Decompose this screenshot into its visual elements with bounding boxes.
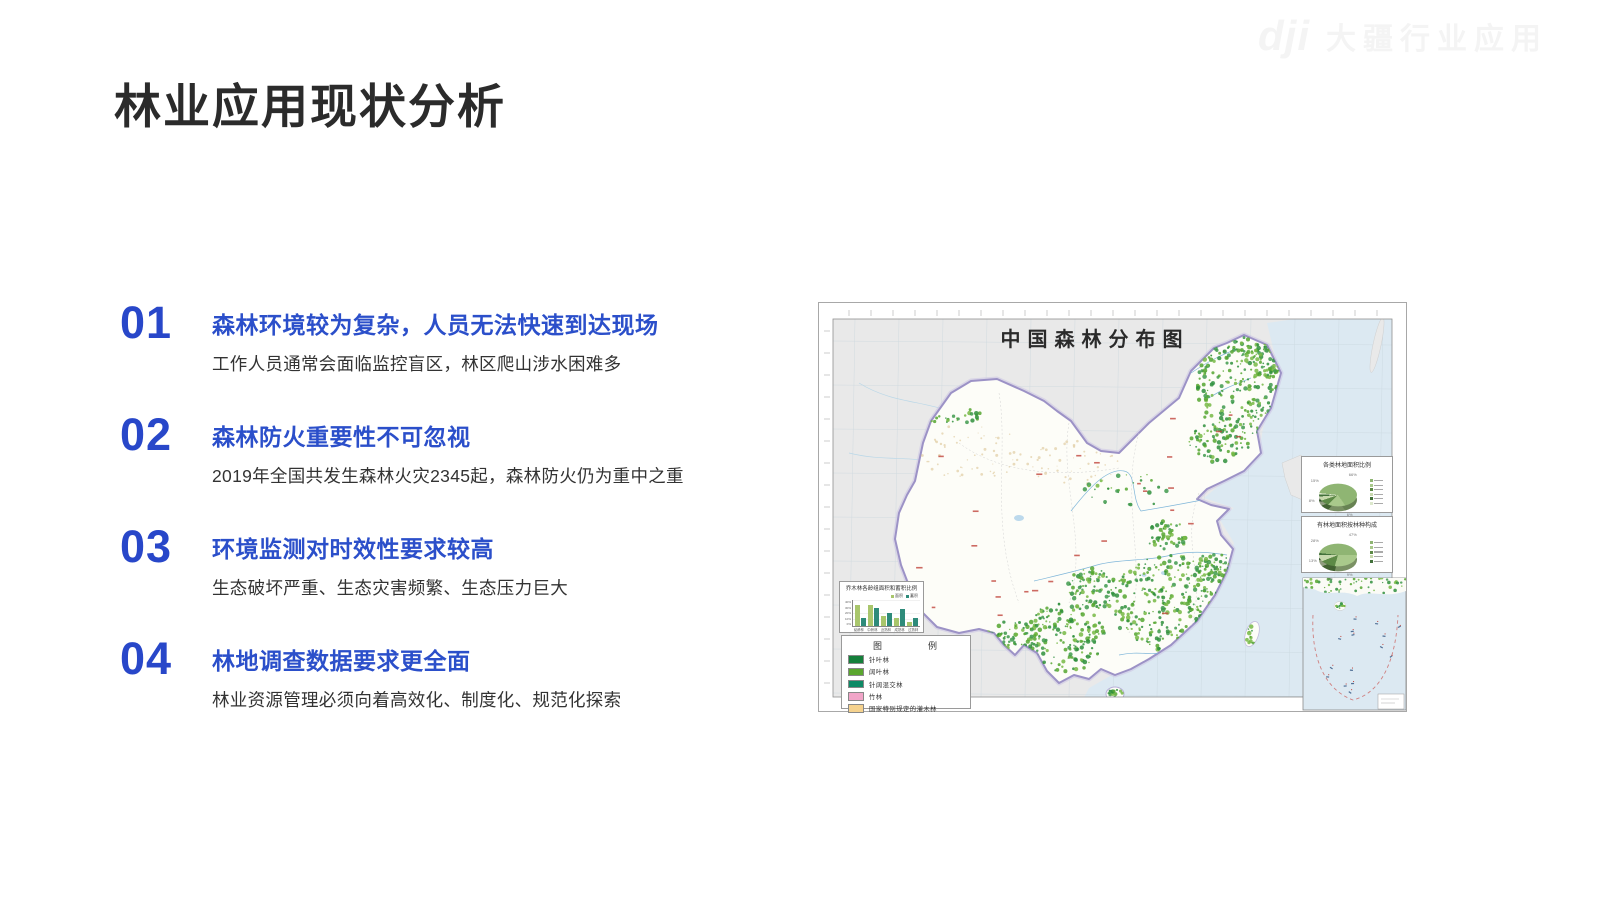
map-pie-chart-1: 各类林地面积比例 66%15%8%6%3% [1301, 456, 1393, 513]
bar-group [855, 605, 866, 626]
pie-percent-label: 3% [1327, 576, 1333, 581]
bar-group [868, 605, 879, 626]
legend-row: 国家特别规定的灌木林 [848, 704, 964, 713]
bar-group [907, 618, 918, 626]
china-forest-map: 中国森林分布图 乔木林各龄组面积和蓄积比例 面积蓄积 0%10% 20%30% 40… [818, 302, 1407, 712]
legend-swatch [848, 692, 864, 701]
legend-label: 竹林 [869, 692, 883, 701]
legend-swatch [848, 668, 864, 677]
bar [868, 605, 873, 626]
bar-category-label: 成熟林 [893, 627, 907, 632]
bar-legend-entry: 面积 [891, 593, 903, 599]
list-item-03: 03 环境监测对时效性要求较高 生态破坏严重、生态灾害频繁、生态压力巨大 [120, 523, 684, 599]
item-body: 森林环境较为复杂，人员无法快速到达现场 工作人员通常会面临监控盲区，林区爬山涉水… [212, 299, 659, 376]
legend-swatch [848, 704, 864, 713]
dji-logo: dji [1258, 12, 1310, 60]
page-title: 林业应用现状分析 [114, 68, 506, 137]
slide-canvas: { "slide": { "title": "林业应用现状分析" }, "wat… [0, 0, 1600, 900]
bar-legend-entry: 蓄积 [906, 593, 918, 599]
pie-percent-label: 28% [1311, 538, 1319, 543]
legend-row: 阔叶林 [848, 667, 964, 676]
pie-percent-label: 15% [1311, 478, 1319, 483]
item-number: 04 [120, 635, 184, 682]
item-body: 林地调查数据要求更全面 林业资源管理必须向着高效化、制度化、规范化探索 [212, 635, 621, 712]
list-item-01: 01 森林环境较为复杂，人员无法快速到达现场 工作人员通常会面临监控盲区，林区爬… [120, 299, 684, 375]
y-tick-label: 0% [843, 622, 851, 626]
item-heading: 森林环境较为复杂，人员无法快速到达现场 [212, 306, 659, 340]
legend-row: 竹林 [848, 692, 964, 701]
map-title: 中国森林分布图 [819, 323, 1371, 352]
pie-legend [1370, 541, 1384, 562]
bar-group [881, 613, 892, 626]
item-heading: 林地调查数据要求更全面 [212, 642, 621, 676]
map-bar-chart: 乔木林各龄组面积和蓄积比例 面积蓄积 0%10% 20%30% 40% 幼龄林中龄林… [839, 581, 924, 633]
list-item-02: 02 森林防火重要性不可忽视 2019年全国共发生森林火灾2345起，森林防火仍… [120, 411, 684, 487]
item-description: 生态破坏严重、生态灾害频繁、生态压力巨大 [212, 575, 568, 600]
legend-swatch [848, 680, 864, 689]
legend-row: 针叶林 [848, 655, 964, 664]
pie-graphic: 47%28%13%9%3% [1311, 532, 1363, 572]
bar [861, 618, 866, 626]
item-number: 03 [120, 523, 184, 570]
bar-chart-categories: 幼龄林中龄林近熟林成熟林过熟林 [852, 627, 920, 632]
legend-swatch [848, 655, 864, 664]
bar-group [894, 609, 905, 626]
legend-label: 国家特别规定的灌木林 [869, 704, 937, 713]
item-heading: 环境监测对时效性要求较高 [212, 530, 568, 564]
pie-percent-label: 66% [1349, 472, 1357, 477]
bar [881, 616, 886, 626]
map-legend-rows: 针叶林阔叶林针阔混交林竹林国家特别规定的灌木林 [848, 655, 964, 713]
pie-percent-label: 9% [1347, 572, 1353, 577]
pie-legend [1370, 479, 1384, 505]
pie-chart-title: 有林地面积按林种构成 [1304, 520, 1390, 529]
bar [900, 609, 905, 626]
bar [874, 608, 879, 626]
map-legend: 图 例 针叶林阔叶林针阔混交林竹林国家特别规定的灌木林 [841, 635, 971, 709]
bar [855, 605, 860, 626]
item-number: 01 [120, 299, 184, 346]
item-body: 森林防火重要性不可忽视 2019年全国共发生森林火灾2345起，森林防火仍为重中… [212, 411, 684, 488]
bar-chart-y-axis: 0%10% 20%30% 40% [843, 600, 851, 626]
list-item-04: 04 林地调查数据要求更全面 林业资源管理必须向着高效化、制度化、规范化探索 [120, 635, 684, 711]
bar [887, 613, 892, 626]
item-number: 02 [120, 411, 184, 458]
item-description: 工作人员通常会面临监控盲区，林区爬山涉水困难多 [212, 351, 659, 376]
bar-chart-legend: 面积蓄积 [843, 593, 918, 599]
bar-category-label: 中龄林 [866, 627, 880, 632]
legend-label: 针叶林 [869, 655, 889, 664]
item-body: 环境监测对时效性要求较高 生态破坏严重、生态灾害频繁、生态压力巨大 [212, 523, 568, 600]
bar-category-label: 幼龄林 [852, 627, 866, 632]
pie-percent-label: 47% [1349, 532, 1357, 537]
legend-row: 针阔混交林 [848, 680, 964, 689]
pie-percent-label: 8% [1309, 498, 1315, 503]
item-description: 2019年全国共发生森林火灾2345起，森林防火仍为重中之重 [212, 463, 684, 488]
bar [913, 618, 918, 626]
item-description: 林业资源管理必须向着高效化、制度化、规范化探索 [212, 687, 621, 712]
y-tick-label: 10% [843, 617, 851, 621]
y-tick-label: 30% [843, 606, 851, 610]
bar [894, 618, 899, 626]
item-heading: 森林防火重要性不可忽视 [212, 418, 684, 452]
bar-category-label: 近熟林 [879, 627, 893, 632]
bar-chart-plot [852, 600, 920, 627]
legend-label: 阔叶林 [869, 667, 889, 676]
dji-watermark: dji 大疆行业应用 [1258, 12, 1548, 60]
legend-label: 针阔混交林 [869, 680, 903, 689]
map-legend-title: 图 例 [848, 639, 964, 652]
bar-category-label: 过熟林 [906, 627, 920, 632]
y-tick-label: 40% [843, 600, 851, 604]
map-pie-chart-2: 有林地面积按林种构成 47%28%13%9%3% [1301, 516, 1393, 573]
dji-brand-text: 大疆行业应用 [1326, 14, 1548, 58]
y-tick-label: 20% [843, 611, 851, 615]
pie-percent-label: 13% [1309, 558, 1317, 563]
points-list: 01 森林环境较为复杂，人员无法快速到达现场 工作人员通常会面临监控盲区，林区爬… [120, 299, 684, 711]
bar [907, 622, 912, 626]
bar-chart-title: 乔木林各龄组面积和蓄积比例 [843, 584, 920, 592]
pie-chart-title: 各类林地面积比例 [1304, 460, 1390, 469]
pie-graphic: 66%15%8%6%3% [1311, 472, 1363, 512]
